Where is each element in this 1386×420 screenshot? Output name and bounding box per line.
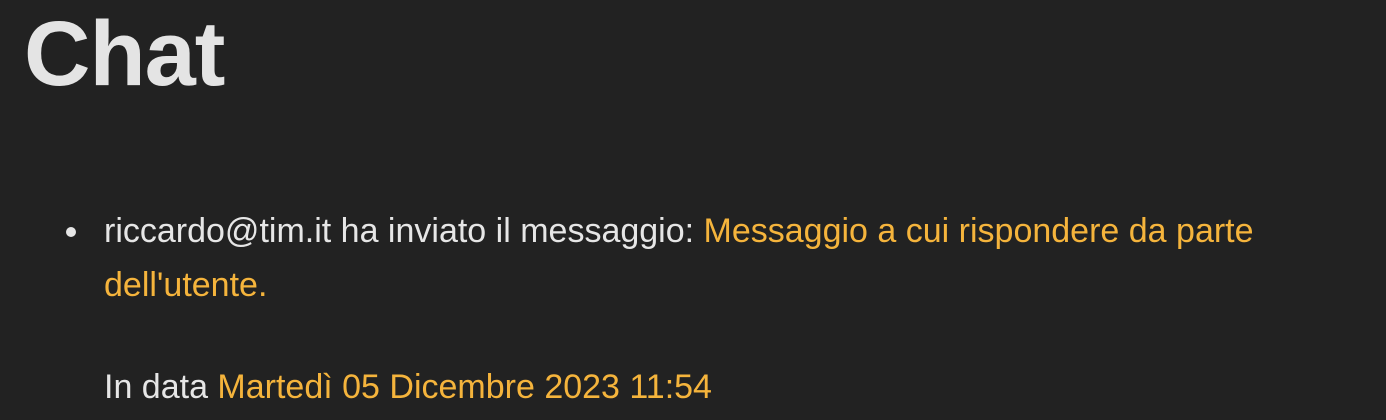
message-line: riccardo@tim.it ha inviato il messaggio:… (104, 204, 1356, 312)
page-title: Chat (24, 3, 225, 105)
chat-page: Chat riccardo@tim.it ha inviato il messa… (0, 0, 1386, 420)
list-item: riccardo@tim.it ha inviato il messaggio:… (0, 204, 1386, 414)
sent-text: ha inviato il messaggio: (331, 212, 704, 250)
sender-email: riccardo@tim.it (104, 212, 332, 250)
message-list: riccardo@tim.it ha inviato il messaggio:… (0, 204, 1386, 414)
bullet-icon (66, 227, 76, 237)
date-prefix: In data (104, 368, 218, 406)
message-date: Martedì 05 Dicembre 2023 11:54 (217, 368, 712, 406)
date-line: In data Martedì 05 Dicembre 2023 11:54 (104, 360, 1356, 414)
